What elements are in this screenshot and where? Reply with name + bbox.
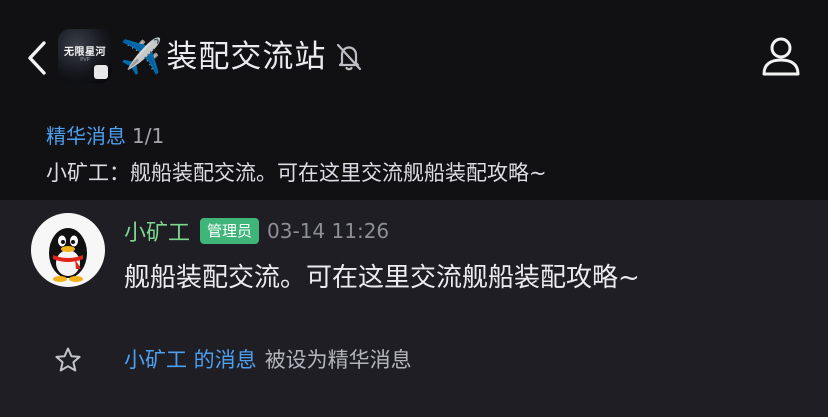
- sender-avatar[interactable]: [31, 213, 105, 287]
- pinned-label: 精华消息: [46, 124, 126, 148]
- notice-text-line: 小矿工 的消息 被设为精华消息: [124, 344, 412, 376]
- group-avatar[interactable]: 无限星河 PVP: [58, 29, 112, 83]
- admin-badge: 管理员: [200, 218, 260, 244]
- pinned-message-bar[interactable]: 精华消息 1/1 小矿工：舰船装配交流。可在这里交流舰船装配攻略~: [0, 112, 828, 200]
- bell-off-icon: [334, 41, 364, 73]
- pinned-content: 小矿工：舰船装配交流。可在这里交流舰船装配攻略~: [46, 161, 547, 185]
- chevron-left-icon: [28, 41, 46, 75]
- message-time: 03-14 11:26: [267, 219, 390, 243]
- sender-name[interactable]: 小矿工: [124, 215, 190, 247]
- message-text[interactable]: 舰船装配交流。可在这里交流舰船装配攻略~: [124, 258, 640, 298]
- star-icon: [54, 346, 82, 374]
- group-avatar-text: 无限星河: [64, 47, 106, 58]
- pinned-header: 精华消息 1/1: [46, 122, 164, 150]
- person-icon: [762, 37, 800, 76]
- notice-link[interactable]: 小矿工 的消息: [124, 348, 257, 372]
- message-meta: 小矿工 管理员 03-14 11:26: [124, 215, 389, 247]
- group-profile-button[interactable]: [758, 33, 804, 79]
- group-avatar-badge: [94, 65, 108, 79]
- back-button[interactable]: [20, 36, 54, 80]
- top-nav-bar: 无限星河 PVP ✈️ 装配交流站: [0, 0, 828, 112]
- chat-area: 小矿工 管理员 03-14 11:26 舰船装配交流。可在这里交流舰船装配攻略~…: [0, 200, 828, 417]
- notice-text: 被设为精华消息: [264, 348, 412, 372]
- airplane-emoji-icon: ✈️: [120, 37, 163, 77]
- chat-title-row[interactable]: ✈️ 装配交流站: [120, 34, 364, 80]
- penguin-icon: [49, 228, 87, 282]
- group-avatar-subtext: PVP: [80, 57, 90, 63]
- chat-title: 装配交流站: [166, 39, 327, 75]
- pinned-count: 1/1: [132, 124, 165, 148]
- system-notice: 小矿工 的消息 被设为精华消息: [0, 340, 828, 382]
